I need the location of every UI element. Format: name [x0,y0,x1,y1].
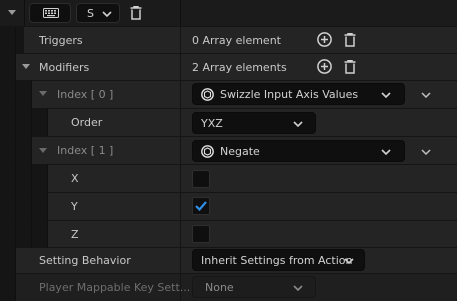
plus-circle-icon[interactable] [317,59,332,74]
order-label: Order [71,116,103,129]
expand-options-chevron-icon[interactable] [421,149,431,155]
keyboard-key-button[interactable] [29,3,71,23]
player-mappable-combo[interactable]: None [192,276,316,298]
x-checkbox[interactable] [192,170,210,188]
modifiers-label: Modifiers [39,60,90,74]
modifiers-value: 2 Array elements [192,60,287,74]
chevron-down-icon [293,121,303,127]
order-value: YXZ [201,116,223,130]
setting-behavior-combo[interactable]: Inherit Settings from Action [192,249,365,271]
collapse-arrow-icon[interactable] [8,10,16,15]
row-triggers: Triggers 0 Array element [0,27,457,53]
chevron-down-icon [293,285,303,291]
order-combo[interactable]: YXZ [192,112,316,134]
details-panel: S Triggers 0 Array element Modifiers 2 A… [0,0,457,301]
triggers-label: Triggers [39,33,83,47]
row-modifiers: Modifiers 2 Array elements [0,54,457,80]
expand-options-chevron-icon[interactable] [421,92,431,98]
y-checkbox[interactable] [192,197,210,215]
key-select-label: S [87,7,94,20]
trash-icon[interactable] [344,33,356,47]
z-checkbox[interactable] [192,225,210,243]
x-label: X [71,172,79,185]
chevron-down-icon [102,11,112,17]
y-label: Y [71,200,78,213]
index-0-label: Index [ 0 ] [57,88,114,101]
index-1-class-combo[interactable]: Negate [192,140,405,162]
trash-icon[interactable] [344,60,356,74]
checkmark-icon [195,201,207,212]
setting-behavior-label: Setting Behavior [39,254,131,267]
z-label: Z [71,227,79,241]
player-mappable-value: None [205,280,234,294]
row-index-0: Index [ 0 ] Swizzle Input Axis Values [0,81,457,108]
row-player-mappable: Player Mappable Key Sett... None [0,274,457,301]
trash-icon[interactable] [130,6,142,20]
triggers-value: 0 Array element [192,33,281,47]
index-0-value: Swizzle Input Axis Values [220,87,359,101]
expand-modifiers-icon[interactable] [22,64,30,69]
row-setting-behavior: Setting Behavior Inherit Settings from A… [0,248,457,273]
player-mappable-label: Player Mappable Key Sett... [39,281,191,294]
expand-index-0-icon[interactable] [39,91,47,96]
unreal-class-icon [201,88,214,101]
row-x: X [0,165,457,192]
row-z: Z [0,221,457,247]
chevron-down-icon [344,258,354,264]
index-1-value: Negate [220,144,260,158]
index-1-label: Index [ 1 ] [57,144,114,157]
mapping-header-row: S [0,0,457,26]
index-0-class-combo[interactable]: Swizzle Input Axis Values [192,83,405,105]
row-index-1: Index [ 1 ] Negate [0,137,457,164]
chevron-down-icon [381,92,391,98]
setting-behavior-value: Inherit Settings from Action [201,253,353,267]
keyboard-icon [43,8,59,18]
key-select-combo[interactable]: S [76,3,120,23]
expand-index-1-icon[interactable] [39,148,47,153]
chevron-down-icon [381,149,391,155]
row-order: Order YXZ [0,109,457,136]
unreal-class-icon [201,145,214,158]
row-y: Y [0,193,457,220]
plus-circle-icon[interactable] [317,32,332,47]
